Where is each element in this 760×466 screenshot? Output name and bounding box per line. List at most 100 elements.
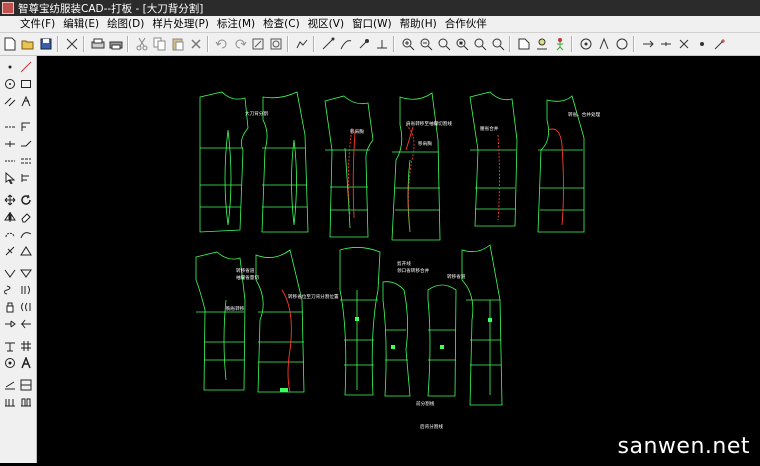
menu-help[interactable]: 帮助(H) [396,16,441,32]
label-g2-3: 移肩胸 [418,140,432,147]
rect-tool-icon[interactable] [19,77,33,91]
chain-icon[interactable] [19,154,33,168]
segment-pen-icon[interactable] [373,36,390,53]
tool-sidebar [0,56,37,463]
twist-icon[interactable] [3,283,17,297]
text-icon[interactable] [19,356,33,370]
seam-icon[interactable] [19,283,33,297]
zoom-window-icon[interactable] [435,36,452,53]
parallel-icon[interactable] [3,94,17,108]
label-g4-3: 胸省转移 [226,305,245,312]
select-icon[interactable] [3,171,17,185]
layer-icon[interactable] [533,36,550,53]
snap-icon[interactable] [577,36,594,53]
curve-pen-icon[interactable] [337,36,354,53]
toolbar-separator [83,36,85,52]
delete-icon[interactable] [187,36,204,53]
pattern-icon[interactable] [19,378,33,392]
rotate-tool-icon[interactable] [19,193,33,207]
label-g5-1: 剪开线 [397,260,411,267]
target-icon[interactable] [3,356,17,370]
wave-icon[interactable] [19,300,33,314]
copy-icon[interactable] [151,36,168,53]
cross-icon[interactable] [675,36,692,53]
zoom-in-icon[interactable] [399,36,416,53]
menu-edit[interactable]: 编辑(E) [59,16,103,32]
zoom-all-icon[interactable] [489,36,506,53]
figure-icon[interactable] [551,36,568,53]
drawing-canvas[interactable]: 大刀背分割 移肩胸 肩省转移至袖窿切割线 移肩胸 腰省合并 转省、合并处理 转移… [37,56,760,463]
pleat-icon[interactable] [19,317,33,331]
main-toolbar [0,33,760,56]
angle-icon[interactable] [595,36,612,53]
label-g3-1: 腰省合并 [480,125,499,132]
pen-icon[interactable] [319,36,336,53]
v-icon[interactable] [3,266,17,280]
dotted-icon[interactable] [3,154,17,168]
line-icon[interactable] [19,60,33,74]
compose-icon[interactable] [19,339,33,353]
grid-icon[interactable] [293,36,310,53]
menu-draw[interactable]: 绘图(D) [103,16,148,32]
circle-icon[interactable] [613,36,630,53]
point-icon[interactable] [3,60,17,74]
sew-icon[interactable] [3,378,17,392]
zoom-prev-icon[interactable] [471,36,488,53]
fold-icon[interactable] [19,266,33,280]
ruler-icon[interactable] [19,120,33,134]
menu-pattern[interactable]: 样片处理(P) [148,16,213,32]
watermark-text: sanwen.net [617,434,750,459]
rotate-icon[interactable] [267,36,284,53]
menu-window[interactable]: 窗口(W) [348,16,396,32]
menu-bar: 文件(F) 编辑(E) 绘图(D) 样片处理(P) 标注(M) 检查(C) 视区… [0,16,760,33]
menu-partners[interactable]: 合作伙伴 [441,16,491,32]
hand-icon[interactable] [3,300,17,314]
dash-icon[interactable] [657,36,674,53]
new-icon[interactable] [1,36,18,53]
eraser-icon[interactable] [19,210,33,224]
paste-icon[interactable] [169,36,186,53]
undo-icon[interactable] [213,36,230,53]
triangle-icon[interactable] [19,244,33,258]
menu-annotate[interactable]: 标注(M) [213,16,259,32]
circle-tool-icon[interactable] [3,77,17,91]
redo-icon[interactable] [231,36,248,53]
refresh-icon[interactable] [249,36,266,53]
toolbar-separator [633,36,635,52]
curve-tool-icon[interactable] [19,227,33,241]
toolbar-separator [509,36,511,52]
mirror-icon[interactable] [3,210,17,224]
angle-tool-icon[interactable] [19,94,33,108]
menu-view[interactable]: 视区(V) [304,16,348,32]
tuck-icon[interactable] [3,317,17,331]
bend-line-icon[interactable] [19,137,33,151]
save-icon[interactable] [37,36,54,53]
zoom-fit-icon[interactable] [453,36,470,53]
print-preview-icon[interactable] [89,36,106,53]
open-icon[interactable] [19,36,36,53]
grade-icon[interactable] [3,395,17,409]
menu-check[interactable]: 检查(C) [259,16,304,32]
wand-icon[interactable] [711,36,728,53]
book-icon[interactable] [19,395,33,409]
menu-file[interactable]: 文件(F) [0,16,59,32]
dot-icon[interactable] [693,36,710,53]
title-bar: 智尊宝纺服装CAD--打板 - [大刀背分割] [0,0,760,16]
point-pen-icon[interactable] [355,36,372,53]
cut-pattern-icon[interactable] [63,36,80,53]
scissors-icon[interactable] [133,36,150,53]
cut-line-icon[interactable] [3,137,17,151]
label-g4-1: 转移省道 [236,267,255,274]
print-icon[interactable] [107,36,124,53]
measure-icon[interactable] [515,36,532,53]
toolbar-separator [313,36,315,52]
toolbar-separator [393,36,395,52]
arrow-right-icon[interactable] [639,36,656,53]
node-icon[interactable] [3,244,17,258]
hem-icon[interactable] [3,339,17,353]
align-icon[interactable] [19,171,33,185]
dash-line-icon[interactable] [3,120,17,134]
move-icon[interactable] [3,193,17,207]
lasso-icon[interactable] [3,227,17,241]
zoom-out-icon[interactable] [417,36,434,53]
